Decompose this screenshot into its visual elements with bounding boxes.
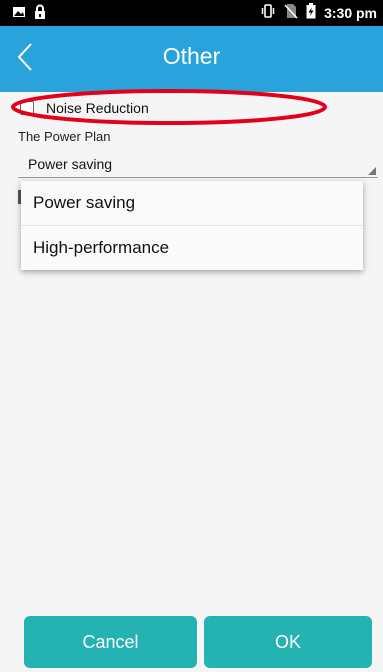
noise-reduction-checkbox[interactable] <box>20 101 34 115</box>
no-sim-icon <box>284 3 298 22</box>
status-time: 3:30 pm <box>324 4 377 21</box>
noise-reduction-row[interactable]: Noise Reduction <box>20 100 149 116</box>
dropdown-option-high-performance[interactable]: High-performance <box>21 226 363 270</box>
spinner-underline <box>18 177 378 178</box>
power-plan-label: The Power Plan <box>18 129 111 144</box>
screen: 3:30 pm Other Noise Reduction The Power … <box>0 0 383 672</box>
dropdown-option-power-saving[interactable]: Power saving <box>21 181 363 226</box>
noise-reduction-label: Noise Reduction <box>46 100 149 116</box>
ok-button[interactable]: OK <box>204 616 372 668</box>
status-bar: 3:30 pm <box>0 0 383 26</box>
page-title: Other <box>162 43 221 69</box>
power-plan-value: Power saving <box>28 156 113 172</box>
battery-charging-icon <box>306 3 316 22</box>
dropdown-arrow-icon <box>368 167 376 175</box>
cancel-button[interactable]: Cancel <box>24 616 197 668</box>
image-icon <box>12 5 26 24</box>
title-bar: Other <box>0 26 383 92</box>
vibrate-icon <box>260 3 276 22</box>
power-plan-dropdown: Power saving High-performance <box>21 181 363 270</box>
power-plan-spinner[interactable]: Power saving <box>18 150 378 178</box>
lock-icon <box>34 4 46 25</box>
